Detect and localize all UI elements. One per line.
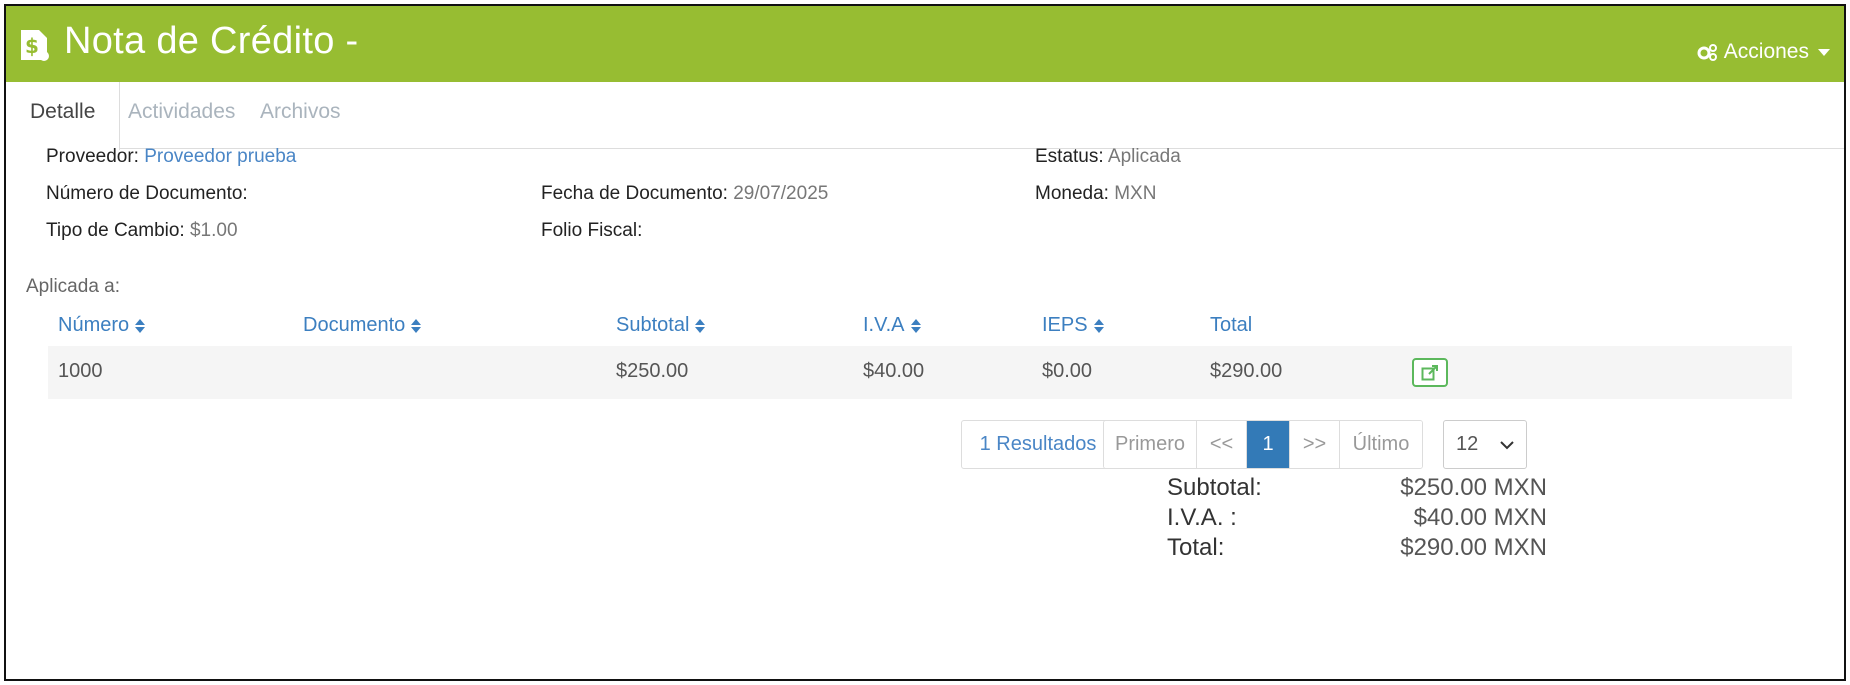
page-last-button[interactable]: Último [1340, 421, 1422, 468]
gears-icon [1697, 44, 1717, 61]
column-header-label: Número [58, 314, 130, 336]
column-header-label: I.V.A [863, 314, 905, 336]
subtotal-label: Subtotal: [1167, 474, 1262, 501]
iva-row: I.V.A. : $40.00 MXN [1167, 504, 1547, 534]
column-header-label: Subtotal [616, 314, 690, 336]
table-row: 1000 $250.00 $40.00 $0.00 $290.00 [48, 346, 1792, 399]
folio-fiscal-field: Folio Fiscal: [541, 220, 642, 242]
column-header-label: IEPS [1042, 314, 1088, 336]
proveedor-link[interactable]: Proveedor prueba [144, 146, 296, 167]
external-link-icon [1421, 364, 1438, 380]
aplicada-a-label: Aplicada a: [26, 276, 121, 297]
dollar-document-icon: $ [21, 30, 49, 61]
estatus-field: Estatus: Aplicada [1035, 146, 1181, 168]
tab-archivos[interactable]: Archivos [236, 82, 365, 149]
page-current-button[interactable]: 1 [1247, 421, 1290, 468]
svg-text:$: $ [25, 34, 39, 58]
page-first-button[interactable]: Primero [1104, 421, 1197, 468]
fecha-documento-label: Fecha de Documento: [541, 183, 728, 204]
results-count: 1 Resultados [961, 420, 1115, 469]
proveedor-field: Proveedor: Proveedor prueba [46, 146, 296, 168]
column-header-label: Documento [303, 314, 406, 336]
numero-documento-field: Número de Documento: [46, 183, 248, 205]
proveedor-label: Proveedor: [46, 146, 139, 167]
tipo-cambio-field: Tipo de Cambio: $1.00 [46, 220, 238, 242]
caret-down-icon [1818, 48, 1830, 56]
moneda-field: Moneda: MXN [1035, 183, 1156, 205]
subtotal-value: $250.00 MXN [1400, 474, 1547, 501]
cell-numero: 1000 [58, 360, 103, 382]
estatus-label: Estatus: [1035, 146, 1104, 167]
folio-fiscal-label: Folio Fiscal: [541, 220, 643, 241]
cell-iva: $40.00 [863, 360, 925, 382]
pagination: Primero << 1 >> Último [1103, 420, 1423, 469]
column-header-total: Total [1210, 314, 1252, 337]
fecha-documento-value: 29/07/2025 [733, 183, 829, 204]
moneda-label: Moneda: [1035, 183, 1109, 204]
sort-icon [910, 318, 921, 333]
credit-note-panel: $ Nota de Crédito - Acciones Detalle Act… [4, 4, 1846, 681]
page-title: Nota de Crédito - [64, 20, 359, 62]
column-header-subtotal[interactable]: Subtotal [616, 314, 706, 337]
total-row: Total: $290.00 MXN [1167, 534, 1547, 564]
actions-dropdown[interactable]: Acciones [1696, 40, 1830, 64]
sort-icon [135, 318, 146, 333]
actions-label: Acciones [1723, 40, 1809, 63]
fecha-documento-field: Fecha de Documento: 29/07/2025 [541, 183, 828, 205]
totals-summary: Subtotal: $250.00 MXN I.V.A. : $40.00 MX… [1167, 474, 1547, 564]
subtotal-row: Subtotal: $250.00 MXN [1167, 474, 1547, 504]
page-size-value: 12 [1456, 433, 1479, 455]
open-document-button[interactable] [1412, 358, 1448, 387]
chevron-down-icon [1500, 440, 1514, 449]
page-prev-button[interactable]: << [1197, 421, 1247, 468]
column-header-numero[interactable]: Número [58, 314, 146, 337]
panel-header: $ Nota de Crédito - Acciones [6, 6, 1844, 82]
column-header-ieps[interactable]: IEPS [1042, 314, 1104, 337]
iva-value: $40.00 MXN [1413, 504, 1547, 531]
sort-icon [411, 318, 422, 333]
total-value: $290.00 MXN [1400, 534, 1547, 561]
tipo-cambio-label: Tipo de Cambio: [46, 220, 185, 241]
moneda-value: MXN [1114, 183, 1157, 204]
cell-total: $290.00 [1210, 360, 1283, 382]
tab-bar: Detalle Actividades Archivos [6, 82, 1844, 150]
cell-subtotal: $250.00 [616, 360, 689, 382]
page-next-button[interactable]: >> [1290, 421, 1340, 468]
sort-icon [1093, 318, 1104, 333]
column-header-documento[interactable]: Documento [303, 314, 422, 337]
numero-documento-label: Número de Documento: [46, 183, 248, 204]
iva-label: I.V.A. : [1167, 504, 1237, 531]
tipo-cambio-value: $1.00 [189, 220, 238, 241]
estatus-value: Aplicada [1107, 146, 1181, 167]
total-label: Total: [1167, 534, 1225, 561]
cell-ieps: $0.00 [1042, 360, 1093, 382]
page-size-select[interactable]: 12 [1443, 420, 1527, 469]
column-header-label: Total [1210, 314, 1253, 336]
column-header-iva[interactable]: I.V.A [863, 314, 921, 337]
sort-icon [695, 318, 706, 333]
